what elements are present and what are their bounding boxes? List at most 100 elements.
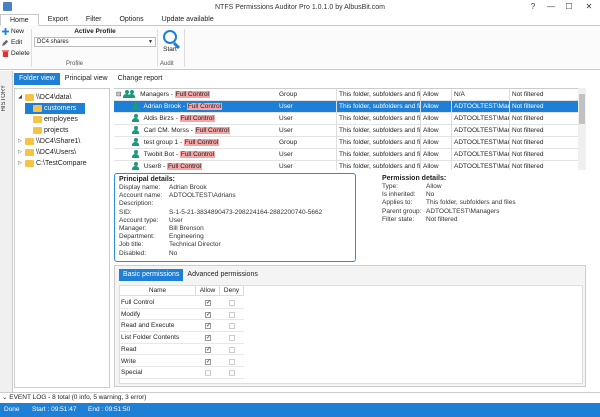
pencil-icon	[2, 39, 9, 46]
deny-checkbox[interactable]	[229, 346, 235, 353]
table-row: Read ✓	[120, 344, 244, 356]
permission-details-title: Permission details:	[382, 175, 447, 182]
user-icon	[132, 162, 139, 170]
new-button[interactable]: New	[2, 28, 24, 35]
expand-icon[interactable]: ▷	[17, 147, 23, 158]
delete-button[interactable]: Delete	[2, 50, 30, 57]
tree-item-dc4-data[interactable]: ◢ \\DC4\data\	[17, 92, 71, 103]
principal-department: Department: Engineering	[119, 233, 204, 241]
allow-checkbox[interactable]: ✓	[205, 335, 211, 342]
permission-type: Type: Allow	[382, 183, 442, 190]
app-logo-icon	[3, 2, 12, 11]
principal-disabled: Disabled: No	[119, 249, 178, 257]
profile-select[interactable]: DC4 shares ▼	[34, 37, 156, 47]
event-log-bar[interactable]: ⌄ EVENT LOG - 8 total (0 info, 5 warning…	[0, 392, 600, 402]
table-row: Write ✓	[120, 356, 244, 368]
close-button[interactable]: ✕	[578, 0, 600, 14]
deny-checkbox[interactable]	[229, 358, 235, 365]
deny-checkbox[interactable]	[229, 323, 235, 330]
status-done: Done	[4, 406, 20, 413]
maximize-button[interactable]: ☐	[558, 0, 580, 14]
tree-item-dc4-share1[interactable]: ▷ \\DC4\Share1\	[17, 136, 80, 147]
plus-icon	[2, 28, 9, 35]
folder-tree: ◢ \\DC4\data\ customers employees projec…	[14, 88, 110, 388]
tree-item-dc4-users[interactable]: ▷ \\DC4\Users\	[17, 147, 76, 158]
table-row: Full Control ✓	[120, 297, 244, 309]
view-tabs: Folder view Principal view Change report	[14, 73, 167, 85]
window-title: NTFS Permissions Auditor Pro 1.0.1.0 by …	[214, 3, 385, 11]
edit-button[interactable]: Edit	[2, 39, 22, 46]
table-row[interactable]: Aldis Birzs - Full Control User This fol…	[114, 113, 578, 125]
tab-folder-view[interactable]: Folder view	[14, 73, 60, 85]
status-start-time: Start : 09:51:47	[32, 406, 77, 413]
table-row[interactable]: Carl CM. Morss - Full Control User This …	[114, 125, 578, 137]
expand-icon[interactable]: ▷	[17, 136, 23, 147]
principal-job-title: Job title: Technical Director	[119, 241, 221, 249]
expand-icon[interactable]: ▷	[17, 158, 23, 169]
rights-table: Name Allow Deny Full Control ✓ Modify ✓ …	[119, 285, 583, 384]
folder-icon	[25, 149, 34, 156]
deny-checkbox[interactable]	[229, 335, 235, 342]
active-profile-group: Active Profile DC4 shares ▼	[34, 28, 156, 68]
audit-group-label: Audit	[160, 61, 174, 67]
allow-checkbox[interactable]: ✓	[205, 346, 211, 353]
history-label: HISTORY	[1, 85, 7, 112]
tab-principal-view[interactable]: Principal view	[60, 73, 113, 85]
title-bar: NTFS Permissions Auditor Pro 1.0.1.0 by …	[0, 0, 600, 14]
principal-description: Description:	[119, 200, 154, 208]
scrollbar-thumb[interactable]	[579, 94, 585, 124]
user-icon	[132, 126, 139, 135]
permission-applies-to: Applies to: This folder, subfolders and f…	[382, 199, 516, 207]
principal-account-name: Account name: ADTOOLTEST\Adrians	[119, 192, 236, 200]
table-row[interactable]: User8 - Full Control User This folder, s…	[114, 161, 578, 170]
permission-parent-group: Parent group: ADTOOLTEST\Managers	[382, 207, 500, 215]
rights-tabs: Basic permissions Advanced permissions	[119, 269, 262, 281]
table-row: Modify ✓	[120, 309, 244, 321]
start-button[interactable]: Start	[160, 28, 180, 53]
folder-icon	[25, 138, 34, 145]
tab-home[interactable]: Home	[0, 14, 39, 26]
permission-filter-state: Filter state: Not filtered	[382, 215, 458, 223]
allow-checkbox[interactable]: ✓	[205, 300, 211, 306]
table-row[interactable]: ⊟ Managers - Full Control Group This fol…	[114, 89, 578, 101]
rights-panel: Basic permissions Advanced permissions N…	[114, 265, 586, 387]
allow-checkbox[interactable]: ✓	[205, 311, 211, 318]
permission-is-inherited: Is inherited: No	[382, 191, 435, 199]
allow-checkbox[interactable]: ✓	[205, 323, 211, 330]
table-row[interactable]: test group 1 - Full Control Group This f…	[114, 137, 578, 149]
tree-item-customers[interactable]: customers	[25, 103, 85, 114]
tab-advanced-permissions[interactable]: Advanced permissions	[183, 269, 261, 281]
tab-change-report[interactable]: Change report	[113, 73, 168, 85]
deny-checkbox[interactable]	[229, 370, 235, 377]
deny-checkbox[interactable]	[229, 311, 235, 318]
column-header-name[interactable]: Name	[120, 286, 196, 296]
column-header-deny[interactable]: Deny	[220, 286, 244, 296]
deny-checkbox[interactable]	[229, 300, 235, 306]
chevron-down-icon: ▼	[148, 39, 153, 45]
history-panel-toggle[interactable]: HISTORY	[0, 71, 13, 392]
table-row[interactable]: Twobit Bot - Full Control User This fold…	[114, 149, 578, 161]
table-row[interactable]: Adrian Brook - Full Control User This fo…	[114, 101, 578, 113]
chevron-down-icon[interactable]: ⌄	[2, 394, 7, 401]
folder-icon	[25, 160, 34, 167]
allow-checkbox[interactable]	[205, 370, 211, 377]
collapse-icon[interactable]: ⊟	[116, 91, 121, 98]
principal-account-type: Account type: User	[119, 216, 183, 224]
principal-manager: Manager: Bill Brenson	[119, 224, 204, 232]
column-header-allow[interactable]: Allow	[196, 286, 220, 296]
user-icon	[132, 114, 139, 123]
tab-basic-permissions[interactable]: Basic permissions	[119, 269, 184, 281]
folder-icon	[33, 127, 42, 134]
table-row: Read and Execute ✓	[120, 320, 244, 333]
tree-item-projects[interactable]: projects	[25, 125, 69, 136]
active-profile-label: Active Profile	[74, 28, 116, 35]
grid-scrollbar[interactable]	[578, 88, 586, 170]
tree-item-testcompare[interactable]: ▷ C:\TestCompare	[17, 158, 87, 169]
expand-icon[interactable]: ◢	[17, 92, 23, 103]
allow-checkbox[interactable]: ✓	[205, 358, 211, 365]
tree-item-employees[interactable]: employees	[25, 114, 78, 125]
principal-details-panel: Principal details: Display name: Adrian B…	[114, 173, 356, 262]
profile-group-label: Profile	[66, 61, 84, 67]
delete-icon	[2, 50, 9, 57]
status-end-time: End : 09:51:50	[88, 406, 131, 413]
